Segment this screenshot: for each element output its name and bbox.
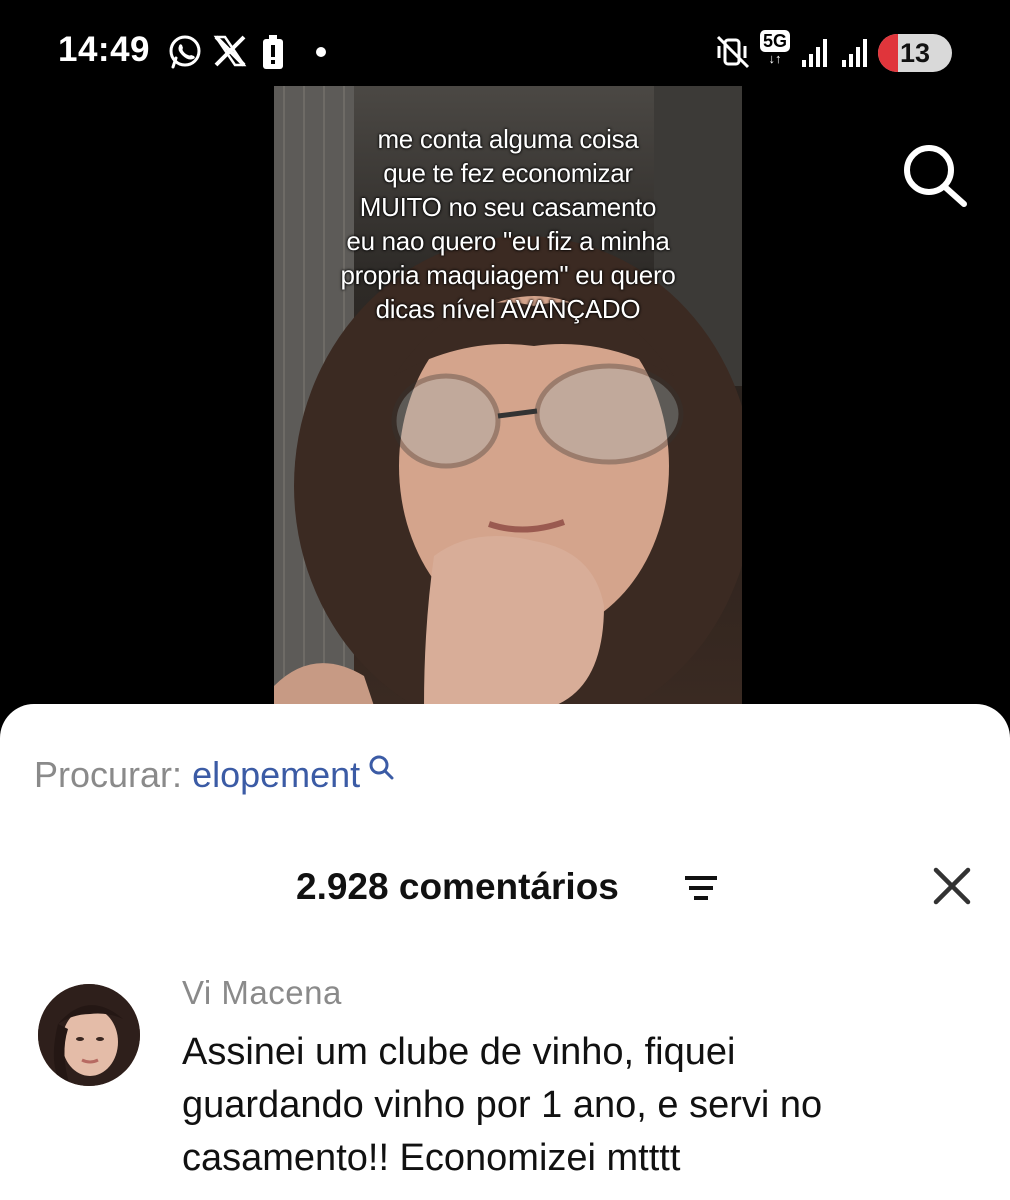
comment-text-line: Assinei um clube de vinho, fiquei [182, 1031, 736, 1073]
video-caption: me conta alguma coisa que te fez economi… [274, 122, 742, 326]
comment-text-line: casamento!! Economizei mtttt [182, 1137, 681, 1179]
battery-percent: 13 [900, 38, 931, 68]
battery-alert-icon [263, 35, 283, 69]
comments-count: 2.928 comentários [296, 866, 619, 907]
caption-line: propria maquiagem" eu quero [340, 260, 676, 290]
related-search-link[interactable]: Procurar: elopement [34, 754, 394, 796]
x-icon [213, 35, 247, 67]
caption-line: dicas nível AVANÇADO [375, 294, 641, 324]
search-term-label: elopement [192, 754, 361, 795]
comment-text: Assinei um clube de vinho, fiquei guarda… [182, 1026, 982, 1185]
search-icon[interactable] [898, 140, 970, 212]
filter-icon[interactable] [683, 874, 719, 902]
search-prefix-label: Procurar: [34, 754, 183, 795]
close-icon[interactable] [930, 864, 974, 908]
comment-text-line: guardando vinho por 1 ano, e servi no [182, 1084, 823, 1126]
signal-icon [802, 39, 827, 67]
vibrate-icon [716, 35, 750, 69]
avatar[interactable] [38, 984, 140, 1086]
status-bar: 14:49 5G ↓↑ 13 [0, 0, 1010, 90]
comment-author[interactable]: Vi Macena [182, 974, 342, 1012]
avatar-image [38, 984, 140, 1086]
status-time: 14:49 [58, 30, 151, 69]
battery-low-fill [878, 34, 898, 72]
video-player[interactable]: me conta alguma coisa que te fez economi… [274, 86, 742, 706]
caption-line: que te fez economizar [383, 158, 633, 188]
network-type-label: 5G [760, 30, 790, 52]
5g-icon: 5G ↓↑ [760, 30, 790, 72]
signal-icon [842, 39, 867, 67]
caption-line: me conta alguma coisa [377, 124, 639, 154]
comments-header: 2.928 comentários [0, 862, 1010, 912]
comments-sheet: Procurar: elopement 2.928 comentários Vi… [0, 704, 1010, 1200]
dot-icon [316, 47, 326, 57]
search-icon [369, 755, 394, 780]
caption-line: MUITO no seu casamento [359, 192, 657, 222]
data-arrows: ↓↑ [768, 51, 782, 66]
battery-icon: 13 [878, 34, 952, 72]
whatsapp-icon [169, 35, 201, 69]
caption-line: eu nao quero "eu fiz a minha [346, 226, 670, 256]
